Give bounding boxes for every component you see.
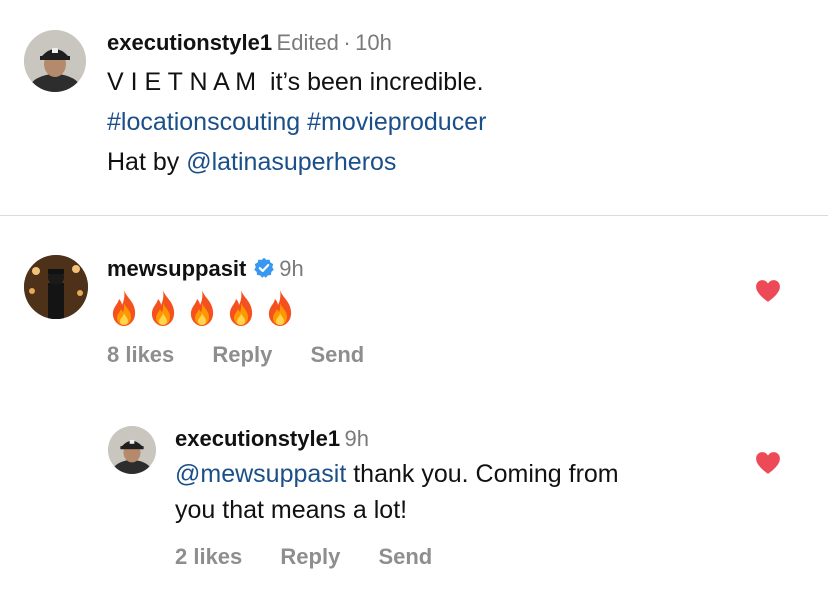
reply-line-1: @mewsuppasit thank you. Coming from (175, 456, 619, 492)
caption-body: V I E T N A M it’s been incredible. #loc… (107, 62, 486, 182)
caption-avatar[interactable] (24, 30, 86, 92)
reply-actions: 2 likes Reply Send (175, 544, 464, 570)
reply-likes-count[interactable]: 2 likes (175, 544, 242, 569)
fire-icon (190, 290, 214, 326)
caption-line-1: V I E T N A M it’s been incredible. (107, 68, 484, 96)
caption-username[interactable]: executionstyle1 (107, 30, 272, 55)
mention-latinasuperheros[interactable]: @latinasuperheros (186, 148, 396, 176)
caption-timestamp: 10h (355, 30, 392, 55)
comment-avatar[interactable] (24, 255, 88, 319)
caption-line-3: Hat by @latinasuperheros (107, 142, 486, 182)
mention-mewsuppasit[interactable]: @mewsuppasit (175, 460, 346, 488)
comment-header: mewsuppasit 9h (107, 256, 304, 282)
user-avatar-image (24, 30, 86, 92)
verified-badge-icon (254, 257, 274, 278)
hashtag-locationscouting[interactable]: #locationscouting (107, 108, 300, 136)
caption-line-2: #locationscouting #movieproducer (107, 102, 486, 142)
comment-reply-button[interactable]: Reply (212, 342, 272, 367)
comment-emoji-row (108, 289, 303, 332)
reply-username[interactable]: executionstyle1 (175, 426, 340, 451)
comment-likes-count[interactable]: 8 likes (107, 342, 174, 367)
hat-by-text: Hat by (107, 148, 187, 176)
comment-actions: 8 likes Reply Send (107, 342, 396, 368)
user-avatar-image (24, 255, 88, 319)
fire-icon (268, 290, 292, 326)
reply-avatar[interactable] (108, 426, 156, 474)
user-avatar-image (108, 426, 156, 474)
reply-line-2: you that means a lot! (175, 496, 408, 524)
fire-icon (229, 290, 253, 326)
fire-icon (112, 290, 136, 326)
reply-body: @mewsuppasit thank you. Coming from you … (175, 456, 619, 528)
caption-divider (0, 215, 828, 216)
reply-header: executionstyle1 9h (175, 426, 369, 452)
reply-heart-icon[interactable] (755, 451, 781, 475)
edited-label: Edited (276, 30, 339, 55)
comment-username[interactable]: mewsuppasit (107, 256, 246, 281)
reply-reply-button[interactable]: Reply (280, 544, 340, 569)
caption-header: executionstyle1 Edited · 10h (107, 30, 392, 56)
fire-icon (151, 290, 175, 326)
reply-text-1: thank you. Coming from (346, 460, 619, 488)
comment-send-button[interactable]: Send (310, 342, 364, 367)
comment-heart-icon[interactable] (755, 279, 781, 303)
comment-timestamp: 9h (279, 256, 304, 281)
reply-timestamp: 9h (344, 426, 370, 451)
reply-send-button[interactable]: Send (378, 544, 432, 569)
separator-dot: · (343, 30, 351, 55)
hashtag-movieproducer[interactable]: #movieproducer (307, 108, 486, 136)
